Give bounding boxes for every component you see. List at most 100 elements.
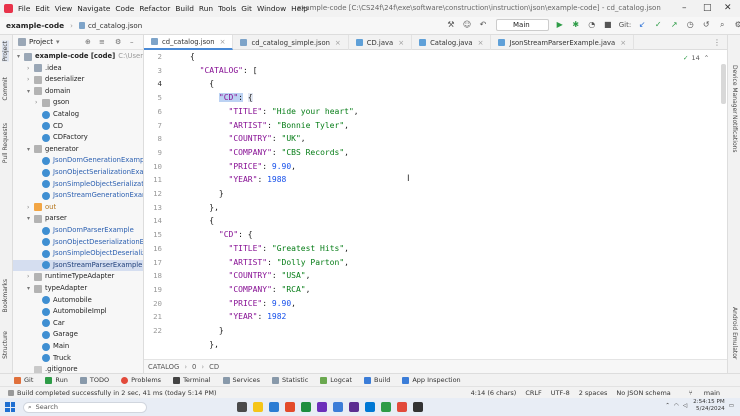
close-tab-icon[interactable]: ×: [398, 39, 404, 47]
tool-git[interactable]: Git: [14, 376, 33, 384]
code-line[interactable]: "ARTIST": "Dolly Parton",: [190, 256, 349, 270]
code-line[interactable]: "CD": {: [190, 228, 253, 242]
taskbar-search[interactable]: ⌕ Search: [23, 401, 147, 413]
breadcrumb-file[interactable]: cd_catalog.json: [88, 22, 142, 30]
tree-item[interactable]: JsonObjectDeserializationExample: [35, 237, 143, 248]
caret-position[interactable]: 4:14 (6 chars): [471, 389, 517, 397]
line-separator[interactable]: CRLF: [525, 389, 541, 397]
code-line[interactable]: {: [190, 50, 195, 64]
code-line[interactable]: {: [190, 214, 214, 228]
user-icon[interactable]: ☺: [462, 20, 472, 30]
menu-refactor[interactable]: Refactor: [139, 4, 170, 13]
tree-item[interactable]: Catalog: [35, 109, 79, 120]
close-tab-icon[interactable]: ×: [220, 38, 226, 46]
tray-chevron-icon[interactable]: ⌃: [665, 403, 670, 409]
chevron-icon[interactable]: ▾: [17, 51, 24, 62]
tab-cd-java[interactable]: CD.java ×: [349, 35, 413, 50]
chevron-icon[interactable]: ▾: [27, 86, 34, 97]
hide-icon[interactable]: –: [130, 38, 134, 46]
tree-item[interactable]: ▾ example-code [code] C:\Users\...: [17, 51, 143, 62]
tool-problems[interactable]: Problems: [121, 376, 161, 384]
breadcrumb-project[interactable]: example-code: [6, 21, 64, 30]
tool-services[interactable]: Services: [222, 376, 260, 384]
code-line[interactable]: "COUNTRY": "USA",: [190, 269, 311, 283]
code-line[interactable]: },: [190, 201, 219, 215]
debug-icon[interactable]: ✱: [571, 20, 581, 30]
tool-build[interactable]: Build: [364, 376, 390, 384]
settings-icon[interactable]: ⚙: [733, 20, 740, 30]
collapse-icon[interactable]: ≡: [99, 38, 105, 46]
run-config-dropdown[interactable]: Main: [496, 19, 549, 31]
tree-item[interactable]: CDFactory: [35, 132, 88, 143]
hammer-icon[interactable]: ⚒: [446, 20, 456, 30]
vscode-icon[interactable]: [365, 402, 375, 412]
more-tabs-icon[interactable]: ⋮: [713, 38, 721, 47]
tree-item[interactable]: JsonObjectSerializationExample: [35, 167, 143, 178]
tree-item[interactable]: Garage: [35, 329, 78, 340]
code-line[interactable]: "CATALOG": [: [190, 64, 258, 78]
crumb-cd[interactable]: CD: [209, 363, 219, 371]
code-line[interactable]: "YEAR": 1982: [190, 310, 287, 324]
mail-icon[interactable]: [333, 402, 343, 412]
git-commit-icon[interactable]: ✓: [653, 20, 663, 30]
crumb-index[interactable]: 0: [192, 363, 196, 371]
menu-tools[interactable]: Tools: [218, 4, 236, 13]
chevron-icon[interactable]: ▾: [27, 283, 34, 294]
expand-icon[interactable]: ⊕: [85, 38, 91, 46]
tree-item[interactable]: CD: [35, 121, 63, 132]
menu-navigate[interactable]: Navigate: [77, 4, 110, 13]
minimize-icon[interactable]: –: [682, 3, 687, 13]
gear-icon[interactable]: ⚙: [115, 38, 121, 46]
terminal-app-icon[interactable]: [413, 402, 423, 412]
tree-item[interactable]: ▾ generator: [27, 144, 79, 155]
android-studio-icon[interactable]: [381, 402, 391, 412]
chevron-icon[interactable]: ›: [35, 97, 42, 108]
history-icon[interactable]: ◷: [685, 20, 695, 30]
tree-item[interactable]: JsonStreamParserExample: [13, 259, 143, 271]
chevron-icon[interactable]: ›: [27, 74, 34, 85]
json-schema[interactable]: No JSON schema: [616, 389, 670, 397]
tree-item[interactable]: Car: [35, 318, 65, 329]
tree-item[interactable]: JsonSimpleObjectSerialization: [35, 179, 143, 190]
task-view-icon[interactable]: [237, 402, 247, 412]
strip-android-emulator[interactable]: Android Emulator: [731, 307, 738, 359]
code-line[interactable]: {: [190, 77, 214, 91]
windows-start-icon[interactable]: [5, 402, 15, 412]
tree-item[interactable]: › gson: [35, 97, 69, 108]
status-message[interactable]: Build completed successfully in 2 sec, 4…: [17, 389, 217, 397]
tree-item[interactable]: JsonStreamGenerationExample: [35, 190, 143, 201]
tab-catalog-java[interactable]: Catalog.java ×: [412, 35, 492, 50]
code-line[interactable]: "COMPANY": "RCA",: [190, 283, 311, 297]
rollback-icon[interactable]: ↺: [701, 20, 711, 30]
tree-item[interactable]: JsonDomGenerationExample: [35, 155, 143, 166]
stop-icon[interactable]: ■: [603, 20, 613, 30]
code-line[interactable]: "COMPANY": "CBS Records",: [190, 146, 349, 160]
file-encoding[interactable]: UTF-8: [551, 389, 570, 397]
tree-item[interactable]: Main: [35, 341, 69, 352]
tool-statistic[interactable]: Statistic: [271, 376, 308, 384]
tab-cd-catalog-json[interactable]: cd_catalog.json ×: [144, 35, 234, 50]
git-push-icon[interactable]: ↗: [669, 20, 679, 30]
strip-pull-requests[interactable]: Pull Requests: [2, 123, 9, 163]
strip-structure[interactable]: Structure: [2, 331, 9, 359]
chevron-icon[interactable]: ›: [27, 63, 34, 74]
code-line[interactable]: "TITLE": "Hide your heart",: [190, 105, 359, 119]
tool-app-inspection[interactable]: App Inspection: [402, 376, 461, 384]
tree-item[interactable]: JsonDomParserExample: [35, 225, 134, 236]
code-line[interactable]: "PRICE": 9.90,: [190, 297, 296, 311]
chevron-icon[interactable]: ▾: [27, 213, 34, 224]
code-line[interactable]: "CD": {: [190, 91, 253, 105]
code-line[interactable]: },: [190, 338, 219, 352]
wifi-icon[interactable]: ◠: [674, 403, 679, 409]
code-line[interactable]: }: [190, 187, 224, 201]
close-tab-icon[interactable]: ×: [335, 39, 341, 47]
menu-window[interactable]: Window: [257, 4, 286, 13]
tab-cd-catalog-simple-json[interactable]: cd_catalog_simple.json ×: [233, 35, 349, 50]
intellij-icon[interactable]: [397, 402, 407, 412]
tree-item[interactable]: › out: [27, 202, 56, 213]
chevron-down-icon[interactable]: ▾: [56, 38, 60, 46]
close-icon[interactable]: ✕: [724, 3, 732, 13]
back-icon[interactable]: ↶: [478, 20, 488, 30]
search-everywhere-icon[interactable]: ⌕: [717, 20, 727, 30]
strip-notifications[interactable]: Notifications: [731, 115, 738, 153]
